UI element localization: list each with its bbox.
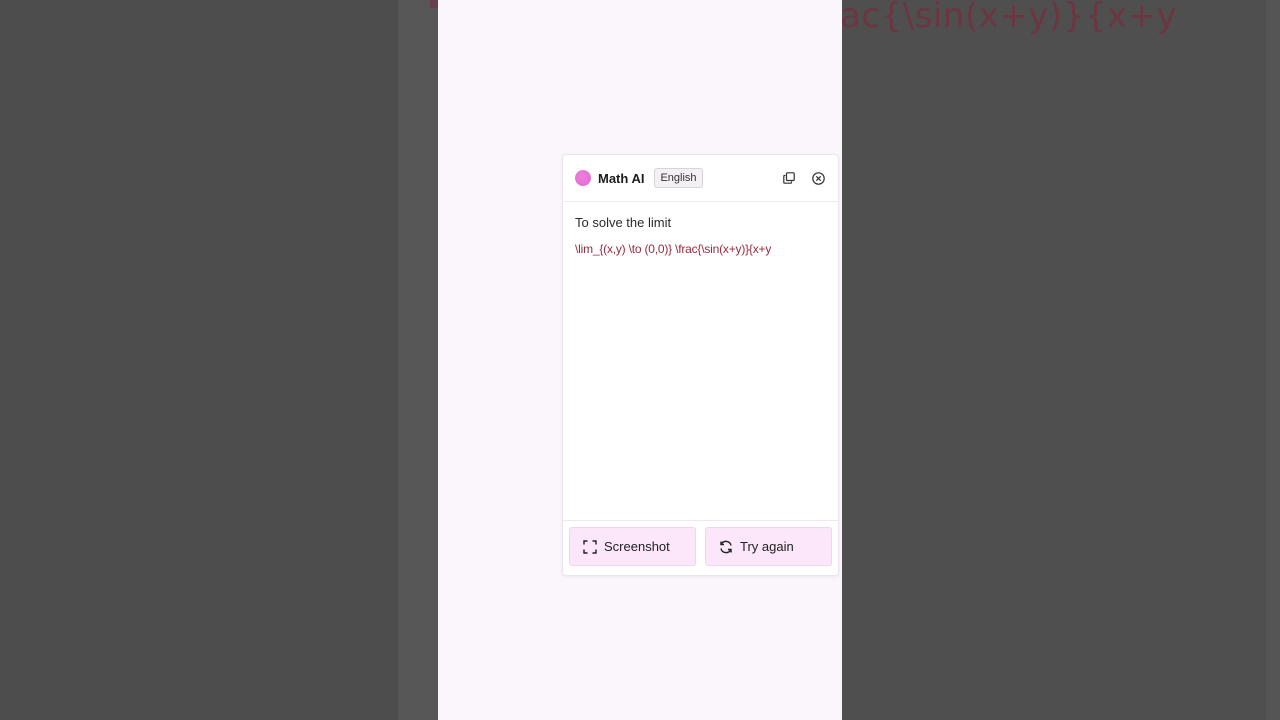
close-circle-icon (811, 171, 825, 185)
blurred-math-fragment: ac{\sin(x+y)}{x+y (842, 0, 1280, 44)
math-ai-panel: Math AI English To solve the limit \lim_… (562, 154, 839, 576)
blurred-math-fragment-left (430, 0, 438, 8)
screenshot-button[interactable]: Screenshot (569, 527, 696, 566)
try-again-label: Try again (740, 539, 794, 554)
try-again-button[interactable]: Try again (705, 527, 832, 566)
blurred-math-text: ac{\sin(x+y)}{x+y (842, 0, 1178, 36)
copy-icon (783, 172, 795, 184)
app-title: Math AI (598, 170, 645, 186)
copy-button[interactable] (781, 170, 797, 186)
screenshot-label: Screenshot (604, 539, 670, 554)
close-button[interactable] (810, 170, 826, 186)
panel-header: Math AI English (563, 155, 838, 202)
answer-intro-text: To solve the limit (575, 215, 672, 230)
blurred-background-left (0, 0, 438, 720)
latex-expression: \lim_{(x,y) \to (0,0)} \frac{\sin(x+y)}{… (575, 242, 772, 256)
answer-body: To solve the limit \lim_{(x,y) \to (0,0)… (563, 202, 838, 522)
crop-frame-icon (583, 539, 597, 554)
math-ai-logo-icon (575, 170, 591, 186)
refresh-icon (719, 540, 733, 554)
blurred-background-right (842, 0, 1280, 720)
video-frame: Math AI English To solve the limit \lim_… (438, 0, 842, 720)
panel-footer: Screenshot Try again (563, 520, 838, 575)
language-selector[interactable]: English (654, 168, 703, 188)
